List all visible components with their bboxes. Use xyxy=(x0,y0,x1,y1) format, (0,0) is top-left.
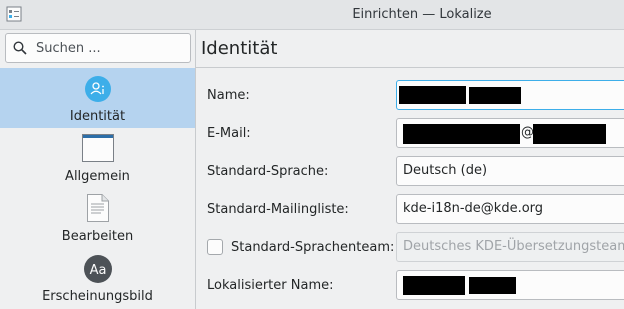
redacted-text xyxy=(399,86,466,104)
sidebar-item-label: Erscheinungsbild xyxy=(42,289,153,304)
sidebar-item-erscheinungsbild[interactable]: Aa Erscheinungsbild xyxy=(0,248,195,308)
identity-form: Name: E-Mail: @ Standard-Sprache: Deutsc… xyxy=(196,68,624,309)
identity-icon xyxy=(84,76,111,102)
language-field[interactable]: Deutsch (de) xyxy=(396,156,624,186)
font-aa-icon: Aa xyxy=(83,255,112,283)
email-field[interactable]: @ xyxy=(396,118,624,148)
mailinglist-field[interactable]: kde-i18n-de@kde.org xyxy=(396,194,624,224)
localized-name-field[interactable] xyxy=(396,270,624,300)
redacted-text xyxy=(533,124,606,144)
redacted-text xyxy=(403,124,520,144)
sidebar: Identität Allgemein Bearbeiten Aa Ersche… xyxy=(0,30,196,309)
svg-text:Aa: Aa xyxy=(89,263,106,278)
mailinglist-label: Standard-Mailingliste: xyxy=(207,202,349,217)
team-value: Deutsches KDE-Übersetzungsteam xyxy=(403,239,624,254)
sidebar-item-label: Identität xyxy=(69,109,126,124)
language-value: Deutsch (de) xyxy=(403,163,488,178)
search-input[interactable] xyxy=(36,39,186,57)
localized-name-label: Lokalisierter Name: xyxy=(207,278,334,293)
redacted-text xyxy=(469,277,516,294)
page-header: Identität xyxy=(196,30,624,68)
title-bar: Einrichten — Lokalize xyxy=(0,0,624,30)
name-field[interactable] xyxy=(396,80,624,110)
email-label: E-Mail: xyxy=(207,126,251,141)
name-label: Name: xyxy=(207,88,250,103)
language-label: Standard-Sprache: xyxy=(207,164,329,179)
window-icon xyxy=(81,134,114,162)
team-field[interactable]: Deutsches KDE-Übersetzungsteam xyxy=(396,232,624,262)
sidebar-item-bearbeiten[interactable]: Bearbeiten xyxy=(0,188,195,248)
search-box[interactable] xyxy=(5,33,191,63)
redacted-text xyxy=(469,87,521,104)
document-icon xyxy=(86,194,109,222)
sidebar-item-allgemein[interactable]: Allgemein xyxy=(0,128,195,188)
redacted-text xyxy=(403,276,465,295)
team-label: Standard-Sprachenteam: xyxy=(231,240,395,255)
sidebar-item-label: Allgemein xyxy=(65,169,130,184)
sidebar-item-label: Bearbeiten xyxy=(61,229,134,244)
team-checkbox[interactable] xyxy=(207,239,223,255)
search-icon xyxy=(13,41,27,55)
mailinglist-value: kde-i18n-de@kde.org xyxy=(403,201,544,216)
page-title: Identität xyxy=(201,38,278,59)
window-title: Einrichten — Lokalize xyxy=(352,7,492,22)
sidebar-item-identitaet[interactable]: Identität xyxy=(0,68,195,128)
